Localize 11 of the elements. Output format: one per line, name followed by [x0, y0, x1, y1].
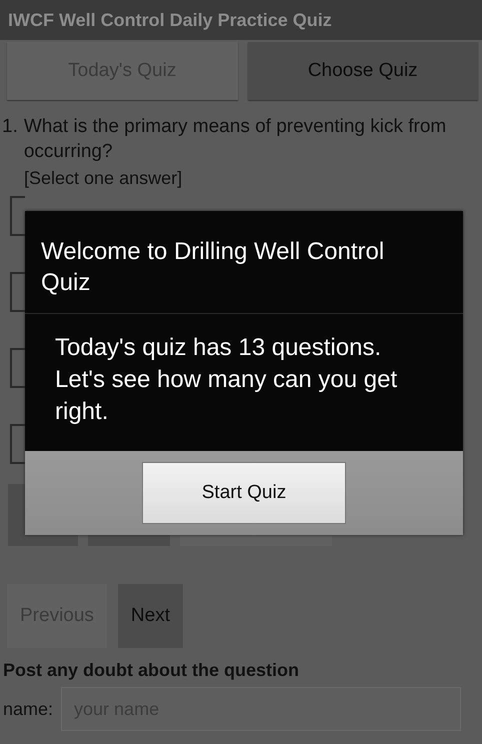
question-text: What is the primary means of preventing kick from occurring?	[24, 115, 448, 164]
start-quiz-button[interactable]: Start Quiz	[142, 462, 346, 524]
instruction-text: [Select one answer]	[23, 167, 184, 190]
app-title: IWCF Well Control Daily Practice Quiz	[8, 10, 332, 30]
name-label: name:	[3, 698, 54, 720]
quiz-tab[interactable]: Choose Quiz	[248, 42, 478, 100]
dialog-message: Today's quiz has 13 questions. Let's see how many can you get right.	[54, 333, 398, 427]
nav-button[interactable]: Next	[118, 584, 183, 648]
dialog-title: Welcome to Drilling Well Control Quiz	[25, 211, 463, 314]
question-number: 1.	[2, 115, 18, 139]
doubt-heading: Post any doubt about the question	[2, 659, 300, 681]
